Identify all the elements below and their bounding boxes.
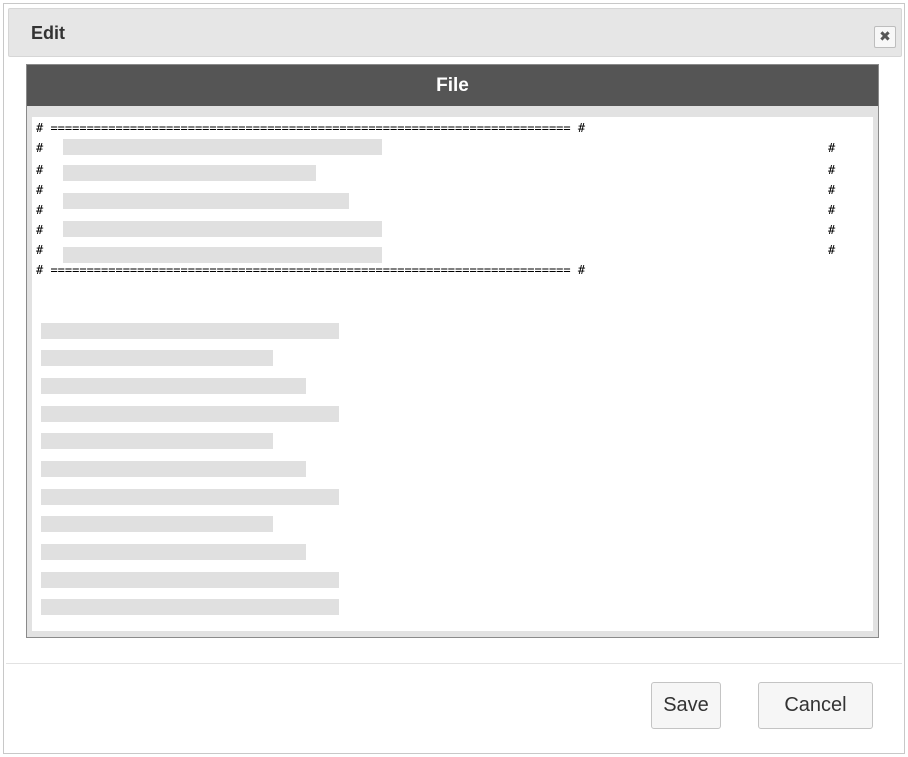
cancel-button[interactable]: Cancel (758, 682, 873, 729)
dialog-title: Edit (31, 23, 65, 43)
comment-hash: # (828, 223, 836, 237)
redacted-text (63, 139, 382, 155)
file-editor[interactable]: # ======================================… (32, 117, 873, 631)
redacted-line (41, 516, 273, 532)
dialog-titlebar: Edit ✖ (8, 8, 902, 57)
comment-hash: # (36, 183, 44, 197)
redacted-text (63, 165, 316, 181)
comment-hash: # (36, 223, 44, 237)
comment-hash: # (828, 141, 836, 155)
save-button[interactable]: Save (651, 682, 721, 729)
comment-hash: # (828, 163, 836, 177)
redacted-text (63, 221, 382, 237)
file-panel: File # =================================… (26, 64, 879, 638)
comment-hash: # (828, 243, 836, 257)
file-panel-title: File (436, 75, 469, 96)
header-border-bottom: # ======================================… (36, 263, 586, 277)
comment-hash: # (828, 183, 836, 197)
redacted-text (63, 193, 349, 209)
redacted-line (41, 378, 306, 394)
redacted-line (41, 323, 339, 339)
comment-hash: # (36, 163, 44, 177)
redacted-line (41, 461, 306, 477)
file-panel-header: File (27, 65, 878, 106)
footer-divider (6, 663, 902, 664)
redacted-line (41, 433, 273, 449)
redacted-line (41, 599, 339, 615)
redacted-line (41, 572, 339, 588)
close-icon[interactable]: ✖ (874, 26, 896, 48)
redacted-line (41, 350, 273, 366)
comment-hash: # (36, 141, 44, 155)
comment-hash: # (36, 243, 44, 257)
redacted-line (41, 406, 339, 422)
redacted-line (41, 544, 306, 560)
redacted-line (41, 489, 339, 505)
header-border-top: # ======================================… (36, 121, 586, 135)
comment-hash: # (828, 203, 836, 217)
redacted-text (63, 247, 382, 263)
comment-hash: # (36, 203, 44, 217)
